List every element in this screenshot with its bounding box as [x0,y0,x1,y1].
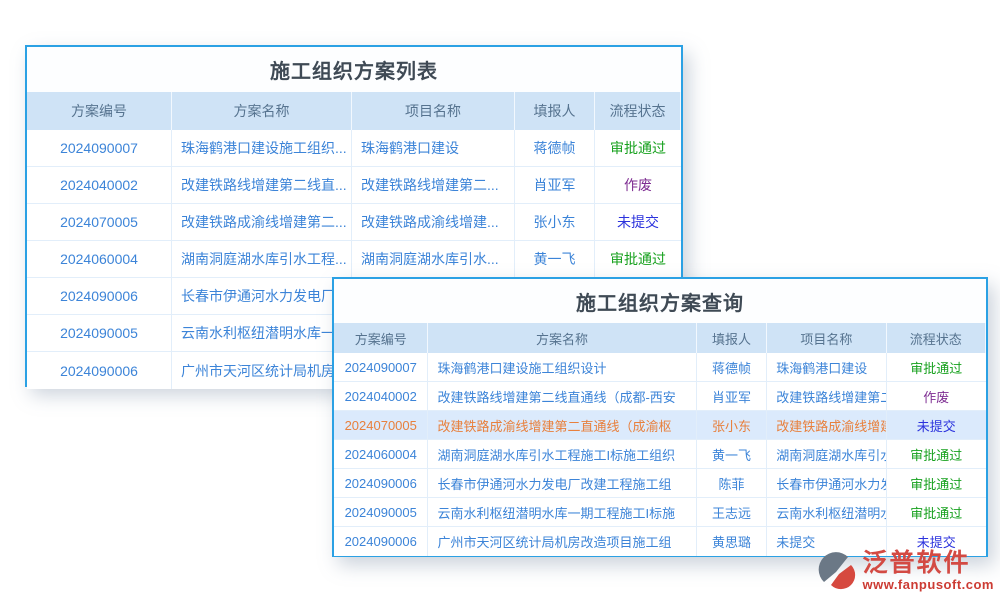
table-cell: 审批通过 [887,498,986,526]
table-cell: 审批通过 [887,440,986,468]
table-cell: 珠海鹤港口建设 [352,130,515,166]
plan-number-link[interactable]: 2024040002 [334,382,428,410]
column-header: 项目名称 [767,323,886,353]
plan-number-link[interactable]: 2024090006 [27,278,172,314]
table-cell: 湖南洞庭湖水库引水工程... [172,241,352,277]
table-cell: 黄一飞 [515,241,595,277]
fanpu-logo: 泛普软件 www.fanpusoft.com [818,550,994,593]
plan-query-header-row: 方案编号方案名称填报人项目名称流程状态 [334,323,986,353]
table-cell: 珠海鹤港口建设 [767,353,886,381]
table-cell: 云南水利枢纽潜明水库一期工程施工I标施 [428,498,696,526]
table-row[interactable]: 2024070005改建铁路成渝线增建第二...改建铁路成渝线增建...张小东未… [27,204,681,241]
plan-number-link[interactable]: 2024090006 [334,469,428,497]
table-cell: 肖亚军 [697,382,768,410]
table-cell: 湖南洞庭湖水库引水工程施工I标施工组织 [428,440,696,468]
plan-number-link[interactable]: 2024090005 [334,498,428,526]
fanpu-logo-url: www.fanpusoft.com [862,577,994,592]
table-cell: 长春市伊通河水力发电厂改建工程施工组 [428,469,696,497]
table-cell: 改建铁路线增建第二线直通线（成都-西安 [428,382,696,410]
table-cell: 审批通过 [595,130,681,166]
table-row[interactable]: 2024040002改建铁路线增建第二线直通线（成都-西安肖亚军改建铁路线增建第… [334,382,986,411]
table-cell: 改建铁路线增建第二 [767,382,886,410]
table-cell: 王志远 [697,498,768,526]
column-header: 方案名称 [428,323,696,353]
table-cell: 改建铁路线增建第二... [352,167,515,203]
table-cell: 审批通过 [595,241,681,277]
column-header: 方案名称 [172,92,352,130]
table-cell: 湖南洞庭湖水库引水... [352,241,515,277]
table-row[interactable]: 2024070005改建铁路成渝线增建第二直通线（成渝枢张小东改建铁路成渝线增建… [334,411,986,440]
table-cell: 张小东 [515,204,595,240]
table-row[interactable]: 2024040002改建铁路线增建第二线直...改建铁路线增建第二...肖亚军作… [27,167,681,204]
table-cell: 珠海鹤港口建设施工组织... [172,130,352,166]
table-cell: 陈菲 [697,469,768,497]
table-cell: 广州市天河区统计局机房改造项目施工组 [428,527,696,556]
table-cell: 改建铁路成渝线增建第二直通线（成渝枢 [428,411,696,439]
plan-query-window: 施工组织方案查询 方案编号方案名称填报人项目名称流程状态 2024090007珠… [332,277,988,557]
plan-number-link[interactable]: 2024070005 [27,204,172,240]
table-row[interactable]: 2024060004湖南洞庭湖水库引水工程施工I标施工组织黄一飞湖南洞庭湖水库引… [334,440,986,469]
table-cell: 未提交 [887,411,986,439]
plan-number-link[interactable]: 2024090006 [334,527,428,556]
plan-number-link[interactable]: 2024090007 [27,130,172,166]
table-cell: 湖南洞庭湖水库引水 [767,440,886,468]
fanpu-logo-name: 泛普软件 [862,550,970,578]
plan-number-link[interactable]: 2024070005 [334,411,428,439]
plan-number-link[interactable]: 2024090005 [27,315,172,351]
plan-list-window-title: 施工组织方案列表 [27,47,681,92]
table-cell: 云南水利枢纽潜明水 [767,498,886,526]
table-cell: 改建铁路成渝线增建 [767,411,886,439]
table-cell: 张小东 [697,411,768,439]
table-row[interactable]: 2024090007珠海鹤港口建设施工组织...珠海鹤港口建设蒋德帧审批通过 [27,130,681,167]
table-cell: 改建铁路线增建第二线直... [172,167,352,203]
plan-number-link[interactable]: 2024060004 [334,440,428,468]
table-row[interactable]: 2024090007珠海鹤港口建设施工组织设计蒋德帧珠海鹤港口建设审批通过 [334,353,986,382]
desktop-stage: 施工组织方案列表 方案编号方案名称项目名称填报人流程状态 2024090007珠… [0,0,1000,600]
table-cell: 广州市天河区统计局机房... [172,352,352,389]
table-cell: 改建铁路成渝线增建第二... [172,204,352,240]
plan-number-link[interactable]: 2024060004 [27,241,172,277]
plan-list-header-row: 方案编号方案名称项目名称填报人流程状态 [27,92,681,130]
plan-number-link[interactable]: 2024090007 [334,353,428,381]
table-cell: 长春市伊通河水力发电厂... [172,278,352,314]
table-cell: 审批通过 [887,469,986,497]
column-header: 流程状态 [887,323,986,353]
column-header: 方案编号 [334,323,428,353]
table-cell: 未提交 [595,204,681,240]
column-header: 流程状态 [595,92,681,130]
table-row[interactable]: 2024090005云南水利枢纽潜明水库一期工程施工I标施王志远云南水利枢纽潜明… [334,498,986,527]
fanpu-logo-icon [818,552,858,592]
plan-number-link[interactable]: 2024090006 [27,352,172,389]
table-cell: 作废 [595,167,681,203]
table-cell: 蒋德帧 [697,353,768,381]
plan-query-window-title: 施工组织方案查询 [334,279,986,323]
table-cell: 云南水利枢纽潜明水库一... [172,315,352,351]
column-header: 项目名称 [352,92,515,130]
table-row[interactable]: 2024090006长春市伊通河水力发电厂改建工程施工组陈菲长春市伊通河水力发审… [334,469,986,498]
table-cell: 黄思璐 [697,527,768,556]
column-header: 填报人 [697,323,768,353]
table-cell: 肖亚军 [515,167,595,203]
plan-query-body: 2024090007珠海鹤港口建设施工组织设计蒋德帧珠海鹤港口建设审批通过202… [334,353,986,556]
table-cell: 作废 [887,382,986,410]
table-cell: 改建铁路成渝线增建... [352,204,515,240]
table-cell: 长春市伊通河水力发 [767,469,886,497]
column-header: 方案编号 [27,92,172,130]
column-header: 填报人 [515,92,595,130]
table-row[interactable]: 2024060004湖南洞庭湖水库引水工程...湖南洞庭湖水库引水...黄一飞审… [27,241,681,278]
table-cell: 审批通过 [887,353,986,381]
table-cell: 蒋德帧 [515,130,595,166]
table-cell: 黄一飞 [697,440,768,468]
plan-number-link[interactable]: 2024040002 [27,167,172,203]
table-cell: 珠海鹤港口建设施工组织设计 [428,353,696,381]
